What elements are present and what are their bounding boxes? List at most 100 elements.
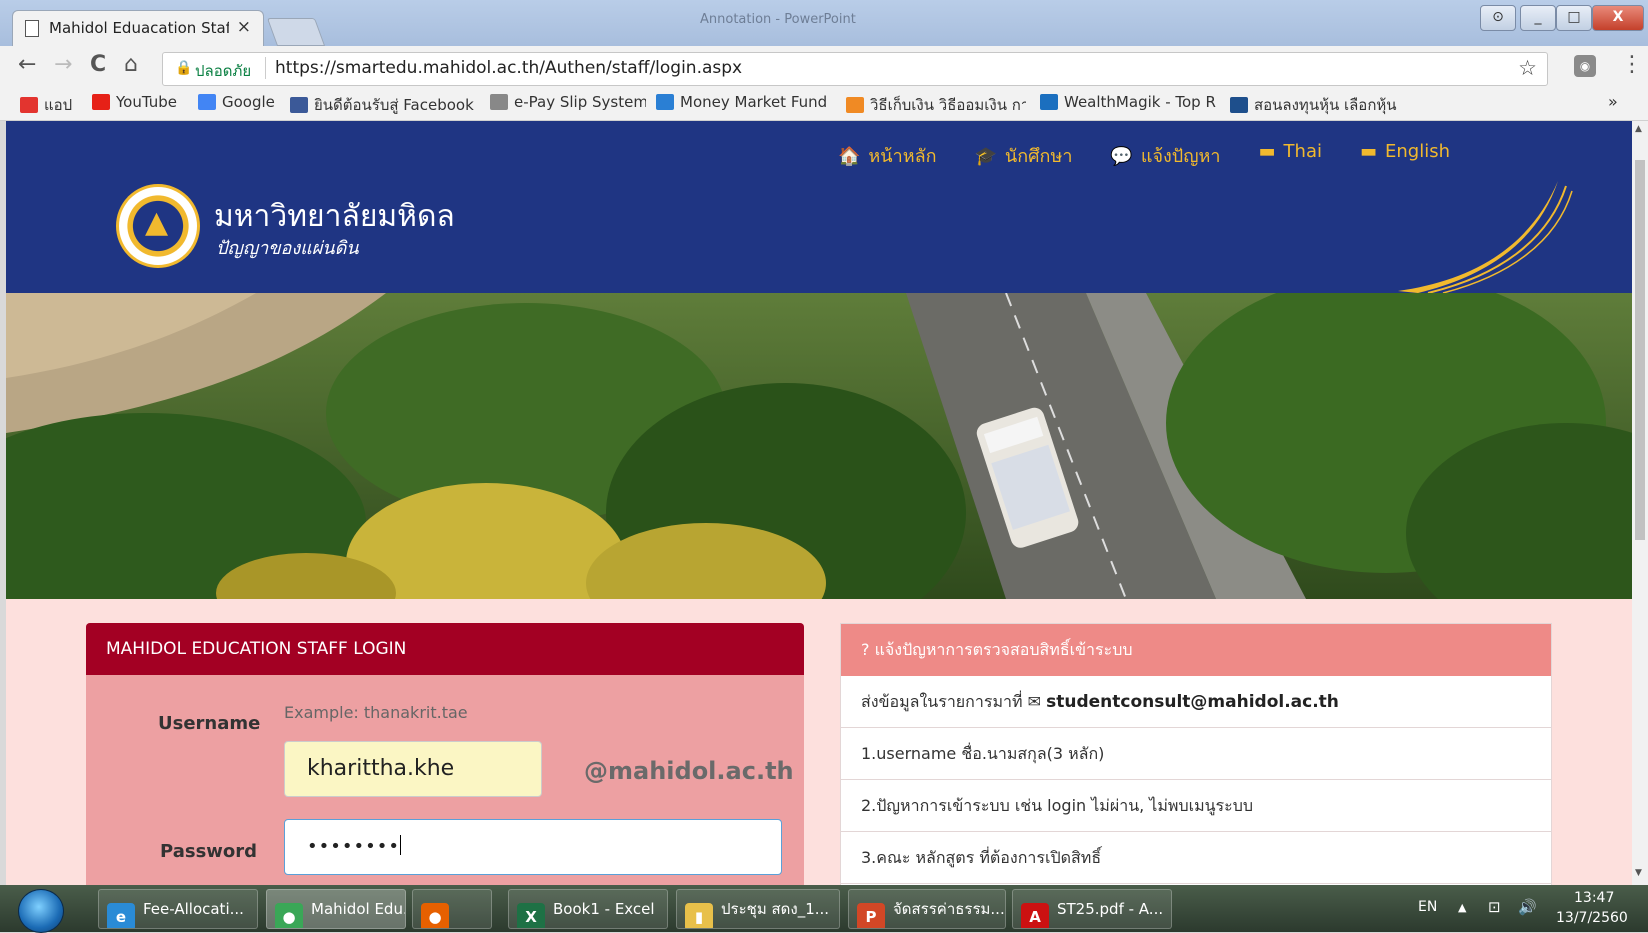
address-bar[interactable]: 🔒 ปลอดภัย https://smartedu.mahidol.ac.th… bbox=[162, 52, 1548, 86]
tab-title: Mahidol Eduacation Staff bbox=[49, 19, 229, 37]
bookmark-label: Google bbox=[222, 93, 275, 111]
chrome-icon: ● bbox=[275, 903, 303, 928]
bookmark-item[interactable]: ยินดีต้อนรับสู่ Facebook bbox=[290, 93, 474, 117]
nav-icon: ▬ bbox=[1258, 141, 1276, 162]
nav-label: หน้าหลัก bbox=[868, 146, 937, 167]
taskbar-button[interactable]: X Book1 - Excel bbox=[508, 889, 668, 929]
a-icon bbox=[1230, 97, 1248, 113]
taskbar-label: Book1 - Excel bbox=[553, 900, 655, 918]
help-panel: ? แจ้งปัญหาการตรวจสอบสิทธิ์เข้าระบบ ส่งข… bbox=[840, 623, 1552, 885]
bookmark-label: วิธีเก็บเงิน วิธีออมเงิน กา bbox=[870, 96, 1026, 114]
swoosh-decoration bbox=[1398, 181, 1573, 293]
scroll-up-icon[interactable]: ▲ bbox=[1635, 124, 1642, 134]
username-hint: Example: thanakrit.tae bbox=[284, 703, 468, 722]
bookmark-item[interactable]: แอป bbox=[20, 93, 72, 117]
crest-icon: ▲ bbox=[145, 205, 169, 240]
nav-link[interactable]: ▬ Thai bbox=[1259, 141, 1322, 170]
secure-label: ปลอดภัย bbox=[195, 62, 252, 80]
page-icon bbox=[490, 94, 508, 110]
nav-icon: 💬 bbox=[1110, 146, 1133, 167]
profile-button[interactable]: ⊙ bbox=[1480, 5, 1516, 31]
chart-icon bbox=[656, 94, 674, 110]
new-tab-button[interactable] bbox=[266, 18, 326, 46]
scroll-down-icon[interactable]: ▼ bbox=[1635, 868, 1642, 878]
text-caret bbox=[399, 835, 401, 855]
tab-close-icon[interactable]: × bbox=[237, 17, 251, 37]
bookmark-label: แอป bbox=[44, 96, 73, 114]
bookmark-label: ยินดีต้อนรับสู่ Facebook bbox=[314, 96, 474, 114]
bookmark-star-icon[interactable]: ☆ bbox=[1518, 56, 1537, 80]
network-icon[interactable]: ⊡ bbox=[1488, 898, 1501, 916]
k-icon bbox=[846, 97, 864, 113]
bookmark-item[interactable]: YouTube bbox=[92, 93, 177, 111]
reload-icon[interactable]: C bbox=[90, 52, 106, 77]
bookmark-item[interactable]: วิธีเก็บเงิน วิธีออมเงิน กา bbox=[846, 93, 1026, 117]
bookmark-label: e-Pay Slip System bbox=[514, 93, 646, 111]
nav-icon: ▬ bbox=[1359, 141, 1377, 162]
top-navigation: 🏠 หน้าหลัก 🎓 นักศึกษา 💬 แจ้งปัญหา ▬ Thai ▬ Englis… bbox=[838, 141, 1450, 170]
clock-time[interactable]: 13:47 bbox=[1574, 890, 1614, 906]
window-caption: Annotation - PowerPoint bbox=[700, 12, 856, 27]
taskbar-label: จัดสรรค่าธรรม... bbox=[893, 900, 1005, 918]
bookmark-item[interactable]: สอนลงทุนหุ้น เลือกหุ้น แ bbox=[1230, 93, 1400, 117]
taskbar-label: ประชุม สดง_1... bbox=[721, 900, 830, 918]
bookmark-item[interactable]: e-Pay Slip System bbox=[490, 93, 646, 111]
bookmark-item[interactable]: WealthMagik - Top R bbox=[1040, 93, 1216, 111]
page-icon bbox=[25, 20, 39, 37]
password-value: •••••••• bbox=[307, 836, 400, 857]
volume-icon[interactable]: 🔊 bbox=[1518, 898, 1537, 916]
taskbar-button[interactable]: e Fee-Allocati... bbox=[98, 889, 258, 929]
google-icon bbox=[198, 94, 216, 110]
campus-banner-image bbox=[6, 293, 1632, 599]
login-panel: MAHIDOL EDUCATION STAFF LOGIN Username E… bbox=[86, 623, 804, 885]
taskbar-button[interactable]: ● Mahidol Edu... bbox=[266, 889, 406, 929]
clock-date[interactable]: 13/7/2560 bbox=[1556, 910, 1628, 926]
taskbar-label: ST25.pdf - A... bbox=[1057, 900, 1164, 918]
nav-icon: 🎓 bbox=[974, 146, 997, 167]
maximize-button[interactable]: □ bbox=[1556, 5, 1592, 31]
taskbar-label: Mahidol Edu... bbox=[311, 900, 405, 918]
bookmark-label: YouTube bbox=[116, 93, 177, 111]
taskbar-button[interactable]: ● bbox=[412, 889, 492, 929]
nav-link[interactable]: 🏠 หน้าหลัก bbox=[838, 141, 937, 170]
url-text[interactable]: https://smartedu.mahidol.ac.th/Authen/st… bbox=[275, 58, 742, 78]
forward-icon[interactable]: → bbox=[54, 52, 72, 77]
username-input[interactable]: kharittha.khe bbox=[284, 741, 542, 797]
help-email-link[interactable]: studentconsult@mahidol.ac.th bbox=[1046, 692, 1339, 712]
taskbar-button[interactable]: ▮ ประชุม สดง_1... bbox=[676, 889, 840, 929]
password-input[interactable]: •••••••• bbox=[284, 819, 782, 875]
browser-tab-active[interactable]: Mahidol Eduacation Staff × bbox=[12, 10, 264, 47]
nav-link[interactable]: ▬ English bbox=[1360, 141, 1450, 170]
taskbar-button[interactable]: P จัดสรรค่าธรรม... bbox=[848, 889, 1006, 929]
nav-link[interactable]: 🎓 นักศึกษา bbox=[975, 141, 1073, 170]
login-heading: MAHIDOL EDUCATION STAFF LOGIN bbox=[86, 623, 804, 675]
show-hidden-icons-icon[interactable]: ▲ bbox=[1458, 901, 1466, 914]
university-logo[interactable]: ▲ bbox=[116, 184, 200, 268]
pdf-icon: A bbox=[1021, 903, 1049, 928]
nav-label: นักศึกษา bbox=[1004, 146, 1073, 167]
firefox-icon: ● bbox=[421, 903, 449, 928]
bookmarks-more-icon[interactable]: » bbox=[1608, 92, 1618, 111]
site-header: ▲ มหาวิทยาลัยมหิดล ปัญญาของแผ่นดิน 🏠 หน้า… bbox=[6, 121, 1632, 293]
minimize-button[interactable]: _ bbox=[1520, 5, 1556, 31]
taskbar-button[interactable]: A ST25.pdf - A... bbox=[1012, 889, 1172, 929]
scrollbar-thumb[interactable] bbox=[1635, 160, 1645, 540]
bookmark-item[interactable]: Money Market Fund bbox=[656, 93, 827, 111]
lock-icon: 🔒 bbox=[175, 60, 193, 76]
language-indicator[interactable]: EN bbox=[1418, 899, 1437, 915]
start-button[interactable] bbox=[18, 889, 64, 933]
home-icon[interactable]: ⌂ bbox=[124, 52, 138, 77]
username-label: Username bbox=[158, 713, 261, 734]
extension-icon[interactable]: ◉ bbox=[1574, 55, 1596, 77]
help-item: 1.username ชื่อ.นามสกุล(3 หลัก) bbox=[841, 728, 1551, 780]
browser-menu-icon[interactable]: ⋮ bbox=[1621, 52, 1643, 77]
close-window-button[interactable]: X bbox=[1592, 5, 1644, 31]
wm-icon bbox=[1040, 94, 1058, 110]
web-page: ▲ มหาวิทยาลัยมหิดล ปัญญาของแผ่นดิน 🏠 หน้า… bbox=[6, 121, 1632, 885]
nav-link[interactable]: 💬 แจ้งปัญหา bbox=[1110, 141, 1220, 170]
back-icon[interactable]: ← bbox=[18, 52, 36, 77]
bookmark-label: Money Market Fund bbox=[680, 93, 828, 111]
bookmark-item[interactable]: Google bbox=[198, 93, 275, 111]
apps-grid-icon bbox=[20, 97, 38, 113]
youtube-icon bbox=[92, 94, 110, 110]
